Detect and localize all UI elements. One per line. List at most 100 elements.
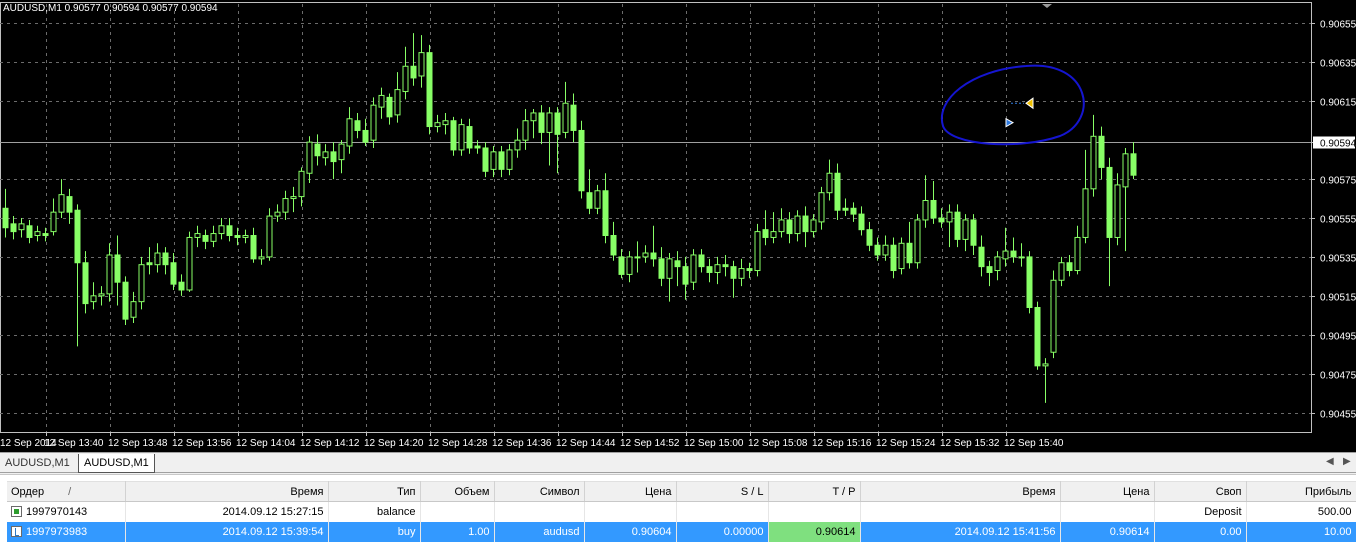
candle-body-bullish <box>946 211 953 223</box>
candle-body-bullish <box>642 252 649 258</box>
orders-table: Ордер / Время Тип Объем Символ Цена S / L… <box>7 481 1356 542</box>
candle-body-bearish <box>74 209 81 264</box>
candle-body-bearish <box>602 190 609 237</box>
candle-body-bearish <box>802 215 809 233</box>
candle-body-bullish <box>714 264 721 273</box>
candle-body-bullish <box>298 170 305 198</box>
swap-cell: Deposit <box>1154 501 1247 522</box>
price-chart[interactable]: 0.90655 0.90635 0.90615 0.90594 0.90575 0.905… <box>0 0 1356 452</box>
column-header-price[interactable]: Цена <box>584 481 677 502</box>
candle-body-bearish <box>482 147 489 172</box>
candle-body-bearish <box>386 96 393 118</box>
candle-body-bullish <box>338 143 345 161</box>
candle-body-bearish <box>2 207 9 229</box>
candle-body-bullish <box>90 295 97 303</box>
column-header-profit[interactable]: Прибыль <box>1246 481 1356 502</box>
tab-audusd-m1-first[interactable]: AUDUSD,M1 <box>0 454 75 473</box>
candle-body-bearish <box>554 112 561 135</box>
current-price-label: 0.90594 <box>1320 139 1356 150</box>
candle-body-bearish <box>314 143 321 157</box>
candle-body-bullish <box>218 225 225 235</box>
order-cell: 1997973983 <box>7 521 126 542</box>
candle-body-bearish <box>866 229 873 246</box>
candle-body-bullish <box>442 120 449 126</box>
candle-body-bullish <box>290 196 297 200</box>
candle-body-bullish <box>34 231 41 237</box>
candle-body-bearish <box>970 219 977 246</box>
profit-cell: 500.00 <box>1246 501 1356 522</box>
candle-body-bearish <box>26 225 33 238</box>
x-tick-label: 12 Sep 14:44 <box>556 438 616 449</box>
x-tick-label: 12 Sep 14:36 <box>492 438 552 449</box>
candle-body-bullish <box>914 219 921 264</box>
candle-body-bearish <box>42 233 49 237</box>
type-cell: balance <box>328 501 421 522</box>
close-time-cell: 2014.09.12 15:41:56 <box>860 521 1061 542</box>
column-header-time[interactable]: Время <box>125 481 329 502</box>
tab-scroll-right-icon[interactable]: ▶ <box>1343 456 1351 467</box>
candle-body-bullish <box>922 199 929 221</box>
candle-body-bearish <box>10 223 17 233</box>
candle-body-bullish <box>666 258 673 279</box>
candle-body-bearish <box>498 151 505 170</box>
candle-body-bearish <box>354 120 361 131</box>
candle-body-bullish <box>794 215 801 235</box>
candle-body-bearish <box>474 145 481 149</box>
candle-body-bullish <box>810 219 817 233</box>
candle-body-bullish <box>418 52 425 77</box>
candle-body-bearish <box>1066 262 1073 272</box>
candle-body-bullish <box>530 112 537 122</box>
candle-body-bearish <box>122 281 129 320</box>
candle-body-bearish <box>586 192 593 209</box>
candle-body-bullish <box>690 254 697 283</box>
candle-body-bullish <box>994 256 1001 272</box>
candle-body-bullish <box>562 102 569 133</box>
close-price-cell: 0.90614 <box>1060 521 1155 542</box>
candle-body-bearish <box>330 151 337 163</box>
candle-body-bullish <box>506 149 513 170</box>
y-tick-label: 0.90495 <box>1320 332 1356 343</box>
candle-body-bearish <box>954 211 961 240</box>
column-header-tp[interactable]: T / P <box>768 481 861 502</box>
candle-body-bearish <box>786 219 793 235</box>
column-header-volume[interactable]: Объем <box>420 481 495 502</box>
candle-body-bullish <box>346 118 353 147</box>
candle-body-bullish <box>50 211 57 233</box>
table-row[interactable]: 1997970143 2014.09.12 15:27:15 balance D… <box>7 501 1356 522</box>
candle-body-bearish <box>1010 250 1017 258</box>
sl-cell: 0.00000 <box>676 521 769 542</box>
candle-body-bearish <box>202 235 209 242</box>
column-header-symbol[interactable]: Символ <box>494 481 585 502</box>
column-header-close-time[interactable]: Время <box>860 481 1061 502</box>
candle-body-bullish <box>898 242 905 270</box>
candle-body-bullish <box>370 104 377 141</box>
y-tick-label: 0.90575 <box>1320 176 1356 187</box>
x-tick-label: 12 Sep 14:52 <box>620 438 680 449</box>
symbol-cell: audusd <box>494 521 585 542</box>
candle-body-bearish <box>906 242 913 264</box>
candlestick-chart[interactable]: 0.90655 0.90635 0.90615 0.90594 0.90575 0.905… <box>0 0 1356 452</box>
candle-body-bullish <box>306 141 313 174</box>
candle-body-bullish <box>826 172 833 194</box>
column-header-close-price[interactable]: Цена <box>1060 481 1155 502</box>
x-tick-label: 12 Sep 15:16 <box>812 438 872 449</box>
volume-cell <box>420 501 495 522</box>
candle-body-bullish <box>778 219 785 233</box>
column-header-swap[interactable]: Своп <box>1154 481 1247 502</box>
candle-body-bearish <box>162 252 169 266</box>
x-tick-label: 12 Sep 14:04 <box>236 438 296 449</box>
column-header-order[interactable]: Ордер / <box>7 481 126 502</box>
order-cell: 1997970143 <box>7 501 126 522</box>
tab-audusd-m1-active[interactable]: AUDUSD,M1 <box>78 454 155 473</box>
candle-body-bearish <box>618 256 625 275</box>
candle-body-bearish <box>466 126 473 149</box>
tab-scroll-left-icon[interactable]: ◀ <box>1326 456 1334 467</box>
candle-body-bullish <box>1042 363 1049 367</box>
y-tick-label: 0.90615 <box>1320 98 1356 109</box>
candle-body-bullish <box>18 223 25 231</box>
table-row-selected[interactable]: 1997973983 2014.09.12 15:39:54 buy 1.00 … <box>7 521 1356 542</box>
x-tick-label: 12 Sep 15:32 <box>940 438 1000 449</box>
price-cell: 0.90604 <box>584 521 677 542</box>
column-header-sl[interactable]: S / L <box>676 481 769 502</box>
column-header-type[interactable]: Тип <box>328 481 421 502</box>
